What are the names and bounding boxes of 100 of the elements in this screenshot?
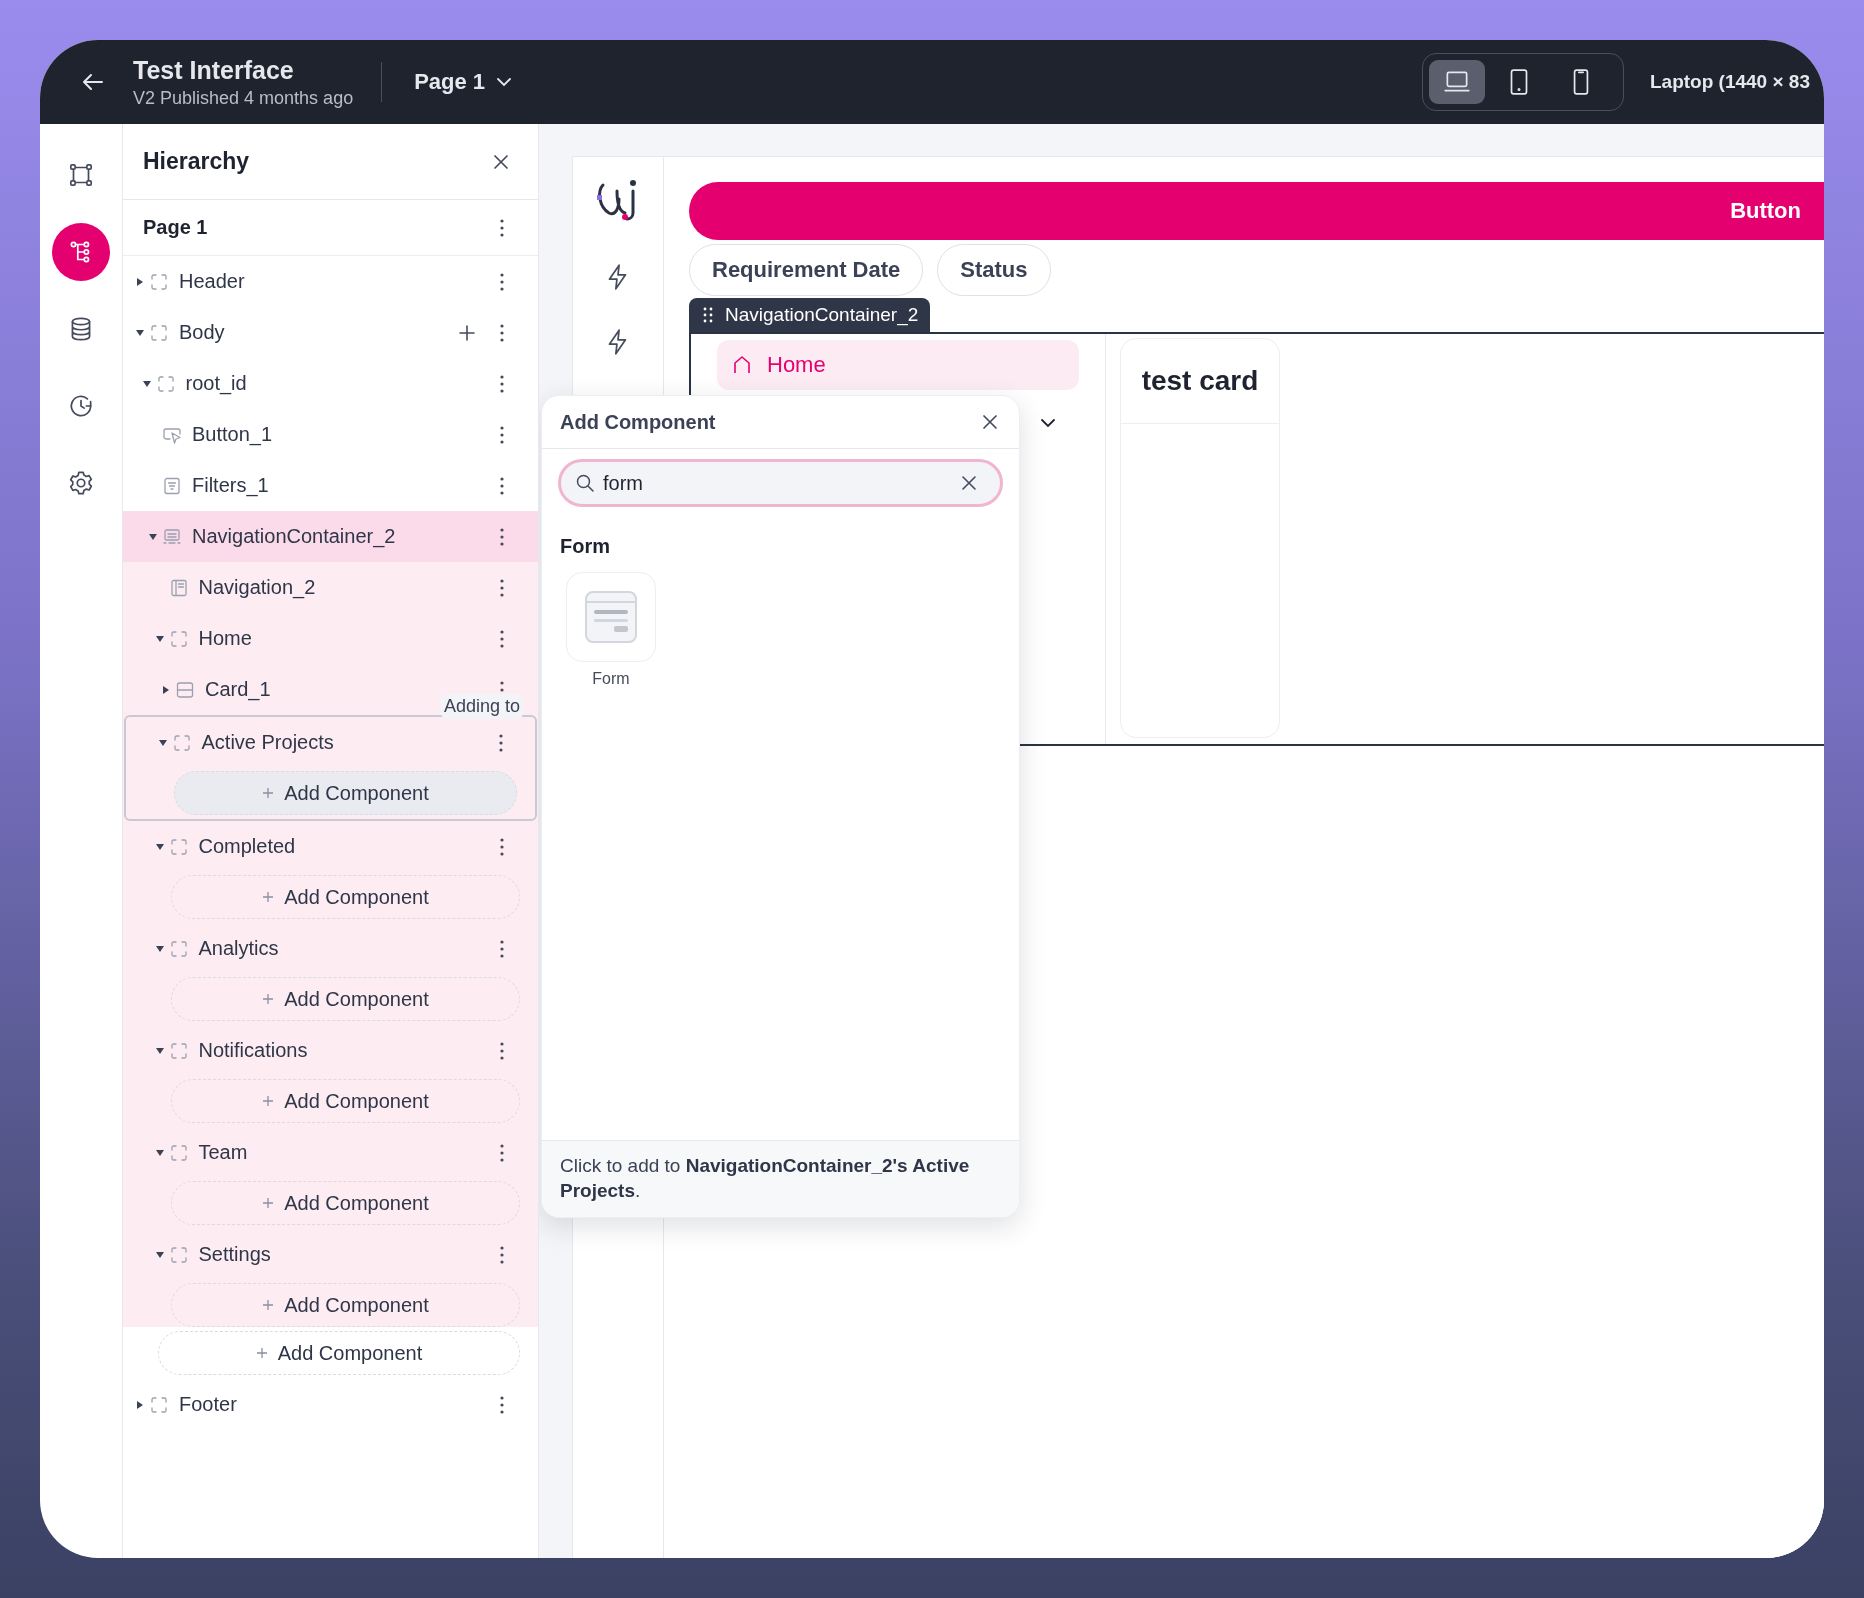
drag-handle-icon[interactable] bbox=[703, 307, 713, 323]
tree-label: Analytics bbox=[198, 937, 279, 960]
nav-item[interactable]: Home bbox=[717, 340, 1079, 390]
tooltip: Adding to bbox=[439, 694, 524, 719]
more-icon[interactable] bbox=[500, 323, 504, 342]
plus-icon bbox=[262, 891, 275, 903]
plus-icon bbox=[262, 993, 275, 1005]
caret-icon[interactable] bbox=[154, 1045, 165, 1056]
tree-row[interactable]: Home bbox=[123, 613, 538, 664]
device-button[interactable] bbox=[1429, 60, 1485, 104]
tile-label: Form bbox=[592, 670, 630, 688]
container-name: NavigationContainer_2 bbox=[725, 304, 919, 326]
caret-icon[interactable] bbox=[135, 1399, 145, 1410]
close-icon[interactable] bbox=[981, 413, 999, 431]
filter-tab[interactable]: Requirement Date bbox=[689, 244, 924, 296]
panel-title: Hierarchy bbox=[143, 148, 250, 175]
tree-row[interactable]: Team bbox=[123, 1127, 538, 1178]
clear-icon[interactable] bbox=[960, 474, 978, 492]
search-input[interactable]: form bbox=[603, 471, 952, 495]
more-icon[interactable] bbox=[499, 733, 503, 752]
plus-icon bbox=[262, 787, 275, 799]
more-icon[interactable] bbox=[500, 476, 504, 495]
close-icon[interactable] bbox=[492, 152, 510, 171]
tree-label: Card_1 bbox=[205, 678, 271, 701]
caret-icon[interactable] bbox=[157, 737, 168, 748]
caret-icon[interactable] bbox=[154, 1147, 165, 1158]
caret-icon[interactable] bbox=[154, 841, 165, 852]
more-icon[interactable] bbox=[500, 1041, 504, 1060]
tree-label: Header bbox=[179, 270, 245, 293]
tree-row[interactable]: Navigation_2 bbox=[123, 562, 538, 613]
device-label: Laptop (1440 × 83 bbox=[1650, 71, 1811, 93]
more-icon[interactable] bbox=[500, 374, 504, 393]
tree-label: Body bbox=[179, 321, 225, 344]
search-field[interactable]: form bbox=[558, 459, 1003, 507]
tree-row[interactable]: Settings bbox=[123, 1229, 538, 1280]
more-icon[interactable] bbox=[500, 527, 504, 546]
more-icon[interactable] bbox=[500, 272, 504, 291]
tree-label: Notifications bbox=[198, 1039, 308, 1062]
panel-icon bbox=[162, 526, 182, 547]
caret-icon[interactable] bbox=[135, 276, 145, 287]
tree-row[interactable]: Header bbox=[123, 256, 538, 307]
caret-icon[interactable] bbox=[161, 684, 171, 695]
more-icon[interactable] bbox=[500, 837, 504, 856]
card-title: test card bbox=[1121, 339, 1279, 424]
tree-label: Active Projects bbox=[201, 731, 334, 754]
publish-status: V2 Published 4 months ago bbox=[133, 87, 354, 109]
more-icon[interactable] bbox=[500, 1395, 504, 1414]
plus-icon bbox=[262, 1197, 275, 1209]
caret-icon[interactable] bbox=[148, 531, 158, 542]
add-component-button[interactable]: Add Component bbox=[174, 771, 517, 815]
tree-row[interactable]: Active Projects bbox=[126, 717, 535, 768]
tree-label: Footer bbox=[179, 1393, 237, 1416]
more-icon[interactable] bbox=[500, 1245, 504, 1264]
more-icon[interactable] bbox=[500, 218, 504, 237]
sidebar-button[interactable] bbox=[52, 223, 110, 281]
page-name: Page 1 bbox=[143, 216, 208, 239]
dialog-title: Add Component bbox=[560, 410, 716, 434]
tree-label: Team bbox=[198, 1141, 248, 1164]
primary-button[interactable]: Button bbox=[689, 182, 1824, 240]
tree-row[interactable]: Analytics bbox=[123, 923, 538, 974]
card-icon bbox=[175, 679, 195, 700]
plus-icon[interactable] bbox=[458, 323, 476, 342]
tree-row[interactable]: NavigationContainer_2 bbox=[123, 511, 538, 562]
tree-row[interactable]: root_id bbox=[123, 358, 538, 409]
form-icon bbox=[584, 590, 638, 644]
tree-row[interactable]: Button_1 bbox=[123, 409, 538, 460]
tree-label: root_id bbox=[185, 372, 247, 395]
tree-label: Navigation_2 bbox=[198, 576, 316, 599]
hint-text: Click to add to NavigationContainer_2's Active Projects. bbox=[542, 1140, 1019, 1217]
plus-icon bbox=[262, 1095, 275, 1107]
more-icon[interactable] bbox=[500, 939, 504, 958]
component-tile[interactable] bbox=[566, 572, 656, 662]
tree-label: Button_1 bbox=[192, 423, 273, 446]
tree-label: Settings bbox=[198, 1243, 271, 1266]
plus-icon bbox=[255, 1347, 268, 1359]
tree-row[interactable]: Body bbox=[123, 307, 538, 358]
filter-tab[interactable]: Status bbox=[937, 244, 1051, 296]
sidebar-icon bbox=[168, 577, 189, 598]
more-icon[interactable] bbox=[500, 578, 504, 597]
caret-icon[interactable] bbox=[154, 633, 165, 644]
caret-icon[interactable] bbox=[141, 378, 152, 389]
caret-icon[interactable] bbox=[154, 943, 165, 954]
tree-label: NavigationContainer_2 bbox=[192, 525, 396, 548]
more-icon[interactable] bbox=[500, 425, 504, 444]
tree-label: Completed bbox=[198, 835, 296, 858]
caret-icon[interactable] bbox=[135, 327, 145, 338]
caret-icon[interactable] bbox=[154, 1249, 165, 1260]
app-title: Test Interface bbox=[133, 55, 295, 85]
tree-row[interactable]: Completed bbox=[123, 821, 538, 872]
plus-icon bbox=[262, 1299, 275, 1311]
more-icon[interactable] bbox=[500, 1143, 504, 1162]
more-icon[interactable] bbox=[500, 629, 504, 648]
document-icon bbox=[162, 475, 182, 496]
tree-row[interactable]: Footer bbox=[123, 1379, 538, 1430]
page-dropdown[interactable]: Page 1 bbox=[414, 69, 514, 95]
tree-row[interactable]: Notifications bbox=[123, 1025, 538, 1076]
tree-row[interactable]: Filters_1 bbox=[123, 460, 538, 511]
tree-label: Home bbox=[198, 627, 252, 650]
home-icon bbox=[731, 354, 753, 376]
tree-label: Filters_1 bbox=[192, 474, 269, 497]
